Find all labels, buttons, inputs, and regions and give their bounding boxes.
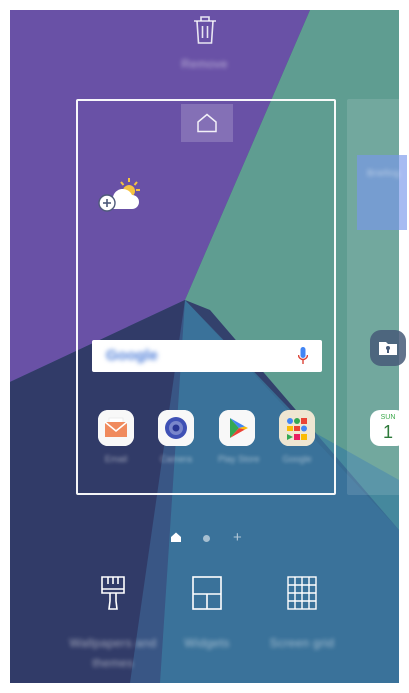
app-folder-google[interactable]: Google xyxy=(278,410,316,464)
calendar-app[interactable]: SUN 1 xyxy=(370,410,406,446)
app-email[interactable]: Email xyxy=(97,410,135,464)
weather-widget[interactable] xyxy=(98,177,144,218)
app-play-store[interactable]: Play Store xyxy=(218,410,260,464)
google-search-bar[interactable]: Google xyxy=(92,340,322,372)
app-label: Play Store xyxy=(218,454,260,464)
calendar-day: 1 xyxy=(382,422,393,442)
remove-drop-zone[interactable]: Remove xyxy=(0,15,409,75)
home-screen-edit: Remove Google Email Camera Play Store Go… xyxy=(0,0,409,693)
page-indicator: + xyxy=(0,530,409,546)
widget-text: Briefing xyxy=(367,168,400,178)
page-dot[interactable] xyxy=(203,535,210,542)
mic-icon[interactable] xyxy=(298,347,308,365)
app-label: Camera xyxy=(159,454,192,464)
remove-label: Remove xyxy=(181,57,228,71)
app-camera[interactable]: Camera xyxy=(157,410,195,464)
grid-icon xyxy=(287,576,317,610)
app-label: Google xyxy=(282,454,312,464)
weather-add-icon xyxy=(98,178,140,212)
camera-icon xyxy=(158,410,194,446)
trash-icon xyxy=(193,16,216,44)
google-folder-icon xyxy=(279,410,315,446)
home-icon xyxy=(197,113,217,133)
next-page-widget[interactable]: Briefing xyxy=(357,155,407,230)
widgets-icon xyxy=(192,576,222,610)
paintbrush-icon xyxy=(101,576,125,610)
play-store-icon xyxy=(219,410,255,446)
home-page-indicator-icon[interactable] xyxy=(170,531,182,543)
tool-label: Screen grid xyxy=(269,636,335,650)
next-page-folder[interactable] xyxy=(370,330,406,366)
google-logo: Google xyxy=(106,347,158,364)
app-label: Email xyxy=(104,454,128,464)
calendar-weekday: SUN xyxy=(380,414,396,421)
set-home-page-button[interactable] xyxy=(181,104,233,142)
add-page-button[interactable]: + xyxy=(233,530,242,545)
screen-grid-button[interactable]: Screen grid xyxy=(237,575,367,653)
email-icon xyxy=(98,410,134,446)
folder-icon xyxy=(379,342,397,355)
